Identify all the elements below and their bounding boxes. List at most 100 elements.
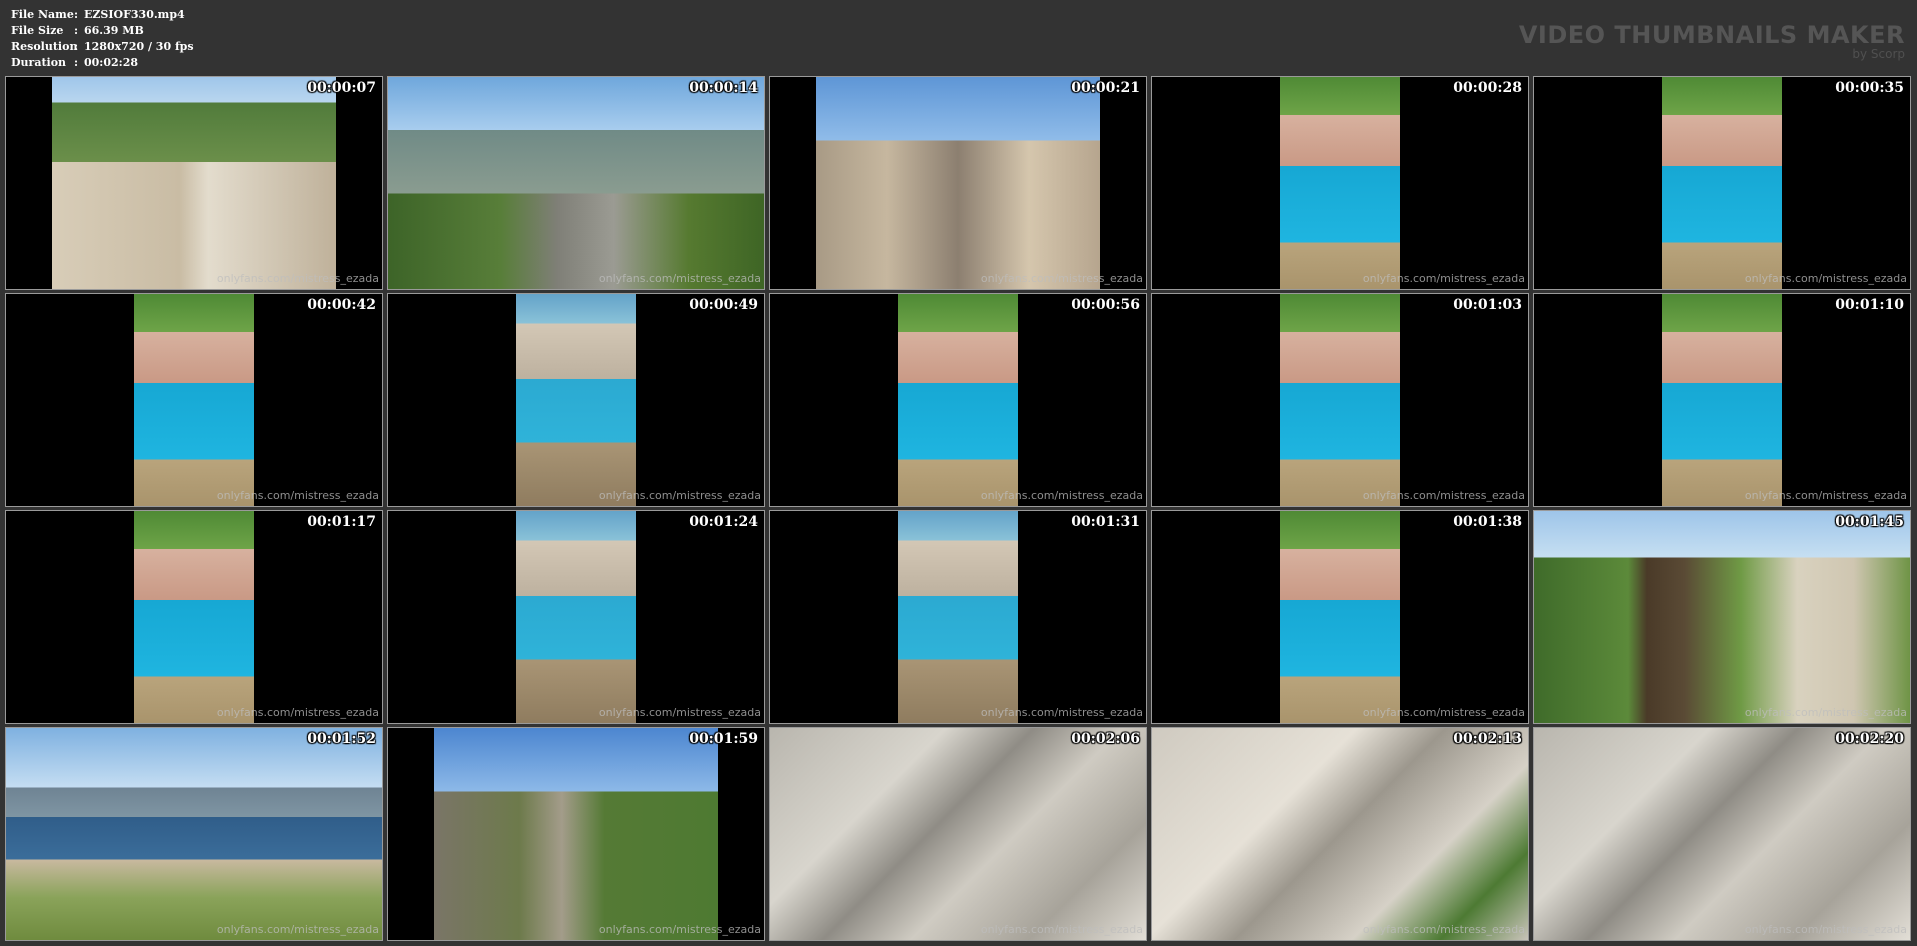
watermark: onlyfans.com/mistress_ezada (216, 272, 379, 285)
timestamp: 00:01:17 (307, 514, 376, 530)
video-frame (52, 77, 336, 289)
watermark: onlyfans.com/mistress_ezada (980, 272, 1143, 285)
video-frame (898, 294, 1018, 506)
file-name-row: File Name : EZSIOF330.mp4 (11, 7, 194, 23)
timestamp: 00:00:07 (307, 80, 376, 96)
video-frame (1662, 77, 1782, 289)
watermark: onlyfans.com/mistress_ezada (980, 706, 1143, 719)
video-frame (1280, 294, 1400, 506)
thumbnail[interactable]: 00:02:06 onlyfans.com/mistress_ezada (769, 727, 1147, 941)
timestamp: 00:01:52 (307, 731, 376, 747)
duration-label: Duration (11, 56, 67, 69)
duration-row: Duration : 00:02:28 (11, 55, 194, 71)
thumbnail[interactable]: 00:02:20 onlyfans.com/mistress_ezada (1533, 727, 1911, 941)
brand-logo: VIDEO THUMBNAILS MAKER by Scorp (1519, 22, 1905, 60)
thumbnail[interactable]: 00:00:21 onlyfans.com/mistress_ezada (769, 76, 1147, 290)
video-frame (1280, 511, 1400, 723)
separator: : (74, 56, 79, 69)
thumbnail[interactable]: 00:00:28 onlyfans.com/mistress_ezada (1151, 76, 1529, 290)
watermark: onlyfans.com/mistress_ezada (598, 272, 761, 285)
video-frame (1280, 77, 1400, 289)
timestamp: 00:02:06 (1071, 731, 1140, 747)
thumbnail[interactable]: 00:01:59 onlyfans.com/mistress_ezada (387, 727, 765, 941)
video-frame (388, 77, 764, 289)
thumbnail[interactable]: 00:00:56 onlyfans.com/mistress_ezada (769, 293, 1147, 507)
thumbnail[interactable]: 00:01:17 onlyfans.com/mistress_ezada (5, 510, 383, 724)
video-frame (434, 728, 718, 940)
thumbnail[interactable]: 00:01:45 onlyfans.com/mistress_ezada (1533, 510, 1911, 724)
video-frame (816, 77, 1100, 289)
thumbnail[interactable]: 00:01:10 onlyfans.com/mistress_ezada (1533, 293, 1911, 507)
watermark: onlyfans.com/mistress_ezada (598, 706, 761, 719)
watermark: onlyfans.com/mistress_ezada (1362, 706, 1525, 719)
file-name-value: EZSIOF330.mp4 (84, 8, 185, 21)
file-info-panel: File Name : EZSIOF330.mp4 File Size : 66… (11, 7, 194, 71)
watermark: onlyfans.com/mistress_ezada (216, 923, 379, 936)
thumbnail[interactable]: 00:02:13 onlyfans.com/mistress_ezada (1151, 727, 1529, 941)
video-frame (516, 294, 636, 506)
brand-subtitle: by Scorp (1852, 47, 1905, 61)
video-frame (1534, 728, 1910, 940)
timestamp: 00:00:35 (1835, 80, 1904, 96)
video-frame (6, 728, 382, 940)
thumbnail[interactable]: 00:00:35 onlyfans.com/mistress_ezada (1533, 76, 1911, 290)
file-size-label: File Size (11, 24, 64, 37)
brand-title: VIDEO THUMBNAILS MAKER (1518, 21, 1905, 49)
timestamp: 00:00:28 (1453, 80, 1522, 96)
timestamp: 00:01:24 (689, 514, 758, 530)
watermark: onlyfans.com/mistress_ezada (1744, 923, 1907, 936)
timestamp: 00:00:21 (1071, 80, 1140, 96)
video-frame (134, 511, 254, 723)
timestamp: 00:02:13 (1453, 731, 1522, 747)
thumbnail[interactable]: 00:00:07 onlyfans.com/mistress_ezada (5, 76, 383, 290)
timestamp: 00:00:49 (689, 297, 758, 313)
thumbnail[interactable]: 00:01:38 onlyfans.com/mistress_ezada (1151, 510, 1529, 724)
watermark: onlyfans.com/mistress_ezada (598, 923, 761, 936)
video-frame (516, 511, 636, 723)
watermark: onlyfans.com/mistress_ezada (216, 706, 379, 719)
video-frame (134, 294, 254, 506)
timestamp: 00:00:56 (1071, 297, 1140, 313)
video-frame (1152, 728, 1528, 940)
duration-value: 00:02:28 (84, 56, 139, 69)
video-frame (1662, 294, 1782, 506)
timestamp: 00:00:14 (689, 80, 758, 96)
thumbnail[interactable]: 00:01:31 onlyfans.com/mistress_ezada (769, 510, 1147, 724)
watermark: onlyfans.com/mistress_ezada (1362, 489, 1525, 502)
thumbnail[interactable]: 00:00:49 onlyfans.com/mistress_ezada (387, 293, 765, 507)
thumbnail[interactable]: 00:01:52 onlyfans.com/mistress_ezada (5, 727, 383, 941)
resolution-row: Resolution : 1280x720 / 30 fps (11, 39, 194, 55)
thumbnail[interactable]: 00:00:14 onlyfans.com/mistress_ezada (387, 76, 765, 290)
timestamp: 00:01:38 (1453, 514, 1522, 530)
watermark: onlyfans.com/mistress_ezada (1744, 272, 1907, 285)
video-frame (1534, 511, 1910, 723)
timestamp: 00:01:03 (1453, 297, 1522, 313)
file-size-value: 66.39 MB (84, 24, 144, 37)
watermark: onlyfans.com/mistress_ezada (980, 489, 1143, 502)
separator: : (74, 40, 79, 53)
separator: : (74, 8, 79, 21)
video-frame (898, 511, 1018, 723)
resolution-value: 1280x720 / 30 fps (84, 40, 194, 53)
resolution-label: Resolution (11, 40, 78, 53)
timestamp: 00:01:45 (1835, 514, 1904, 530)
thumbnail-grid: 00:00:07 onlyfans.com/mistress_ezada 00:… (5, 76, 1911, 941)
timestamp: 00:01:59 (689, 731, 758, 747)
thumbnail[interactable]: 00:01:03 onlyfans.com/mistress_ezada (1151, 293, 1529, 507)
watermark: onlyfans.com/mistress_ezada (1362, 272, 1525, 285)
watermark: onlyfans.com/mistress_ezada (216, 489, 379, 502)
thumbnail[interactable]: 00:01:24 onlyfans.com/mistress_ezada (387, 510, 765, 724)
timestamp: 00:01:31 (1071, 514, 1140, 530)
video-frame (770, 728, 1146, 940)
watermark: onlyfans.com/mistress_ezada (598, 489, 761, 502)
separator: : (74, 24, 79, 37)
file-name-label: File Name (11, 8, 74, 21)
timestamp: 00:00:42 (307, 297, 376, 313)
watermark: onlyfans.com/mistress_ezada (1362, 923, 1525, 936)
thumbnail[interactable]: 00:00:42 onlyfans.com/mistress_ezada (5, 293, 383, 507)
watermark: onlyfans.com/mistress_ezada (980, 923, 1143, 936)
watermark: onlyfans.com/mistress_ezada (1744, 489, 1907, 502)
watermark: onlyfans.com/mistress_ezada (1744, 706, 1907, 719)
file-size-row: File Size : 66.39 MB (11, 23, 194, 39)
timestamp: 00:01:10 (1835, 297, 1904, 313)
